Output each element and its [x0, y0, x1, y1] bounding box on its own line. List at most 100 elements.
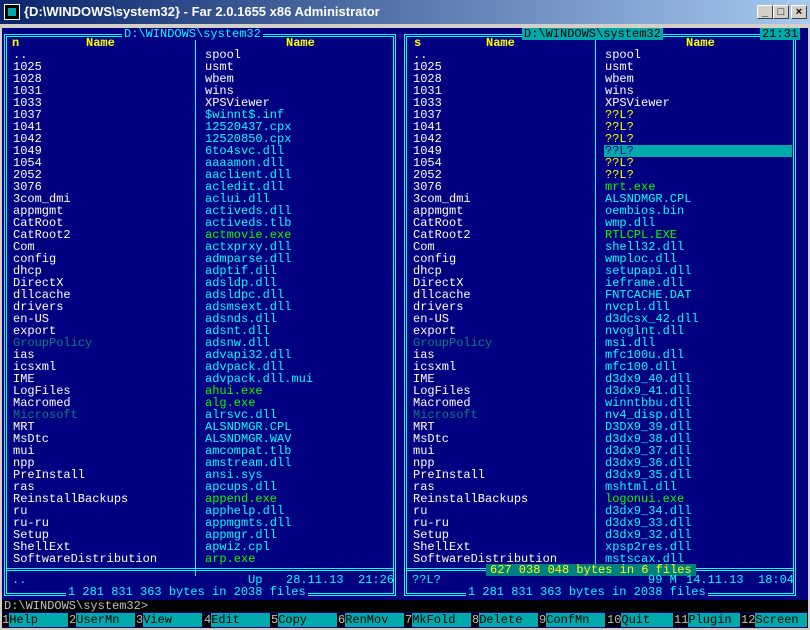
file-list-item[interactable]: 1033 [412, 97, 600, 109]
file-list-item[interactable]: acledit.dll [204, 181, 392, 193]
file-list-item[interactable]: Com [412, 241, 600, 253]
file-list-item[interactable]: Microsoft [12, 409, 200, 421]
file-list-item[interactable]: 3com_dmi [12, 193, 200, 205]
file-list-item[interactable]: adsnds.dll [204, 313, 392, 325]
file-list-item[interactable]: $winnt$.inf [204, 109, 392, 121]
file-list-item[interactable]: mshtml.dll [604, 481, 792, 493]
file-list-item[interactable]: d3dx9_35.dll [604, 469, 792, 481]
file-list-item[interactable]: adsnw.dll [204, 337, 392, 349]
fkey-4[interactable]: 4Edit [204, 613, 271, 627]
fkey-11[interactable]: 11Plugin [674, 613, 741, 627]
file-list-item[interactable]: MsDtc [12, 433, 200, 445]
file-list-item[interactable]: dhcp [412, 265, 600, 277]
file-list-item[interactable]: icsxml [12, 361, 200, 373]
file-list-item[interactable]: config [12, 253, 200, 265]
file-list-item[interactable]: 1025 [412, 61, 600, 73]
file-list-item[interactable]: MRT [12, 421, 200, 433]
file-list-item[interactable]: appmgmt [12, 205, 200, 217]
file-list-item[interactable]: ahui.exe [204, 385, 392, 397]
fkey-6[interactable]: 6RenMov [338, 613, 405, 627]
file-list-item[interactable]: Macromed [412, 397, 600, 409]
file-list-item[interactable]: GroupPolicy [412, 337, 600, 349]
file-list-item[interactable]: Com [12, 241, 200, 253]
right-panel[interactable]: D:\WINDOWS\system32 21:31 s Name Name ..… [402, 28, 802, 598]
file-list-item[interactable]: d3dx9_40.dll [604, 373, 792, 385]
file-list-item[interactable]: npp [12, 457, 200, 469]
file-list-item[interactable]: PreInstall [12, 469, 200, 481]
file-list-item[interactable]: wbem [204, 73, 392, 85]
fkey-9[interactable]: 9ConfMn [539, 613, 606, 627]
title-bar[interactable]: {D:\WINDOWS\system32} - Far 2.0.1655 x86… [0, 0, 810, 24]
file-list-item[interactable]: MsDtc [412, 433, 600, 445]
file-list-item[interactable]: d3dx9_37.dll [604, 445, 792, 457]
file-list-item[interactable]: ALSNDMGR.WAV [204, 433, 392, 445]
maximize-button[interactable]: □ [773, 5, 789, 19]
file-list-item[interactable]: nvoglnt.dll [604, 325, 792, 337]
file-list-item[interactable]: activeds.dll [204, 205, 392, 217]
file-list-item[interactable]: .. [412, 49, 600, 61]
file-list-item[interactable]: wins [604, 85, 792, 97]
file-list-item[interactable]: aaaamon.dll [204, 157, 392, 169]
file-list-item[interactable]: ALSNDMGR.CPL [204, 421, 392, 433]
file-list-item[interactable]: ShellExt [412, 541, 600, 553]
file-list-item[interactable]: ru [12, 505, 200, 517]
file-list-item[interactable]: 1028 [412, 73, 600, 85]
close-button[interactable]: × [791, 5, 807, 19]
file-list-item[interactable]: drivers [412, 301, 600, 313]
file-list-item[interactable]: ras [412, 481, 600, 493]
file-list-item[interactable]: amstream.dll [204, 457, 392, 469]
file-list-item[interactable]: Setup [412, 529, 600, 541]
file-list-item[interactable]: dllcache [12, 289, 200, 301]
file-list-item[interactable]: wbem [604, 73, 792, 85]
file-list-item[interactable]: CatRoot [12, 217, 200, 229]
file-list-item[interactable]: usmt [604, 61, 792, 73]
fkey-1[interactable]: 1Help [2, 613, 69, 627]
file-list-item[interactable]: MRT [412, 421, 600, 433]
file-list-item[interactable]: xpsp2res.dll [604, 541, 792, 553]
file-list-item[interactable]: 3076 [412, 181, 600, 193]
file-list-item[interactable]: append.exe [204, 493, 392, 505]
file-list-item[interactable]: amcompat.tlb [204, 445, 392, 457]
file-list-item[interactable]: 1037 [12, 109, 200, 121]
fkey-5[interactable]: 5Copy [271, 613, 338, 627]
file-list-item[interactable]: apphelp.dll [204, 505, 392, 517]
file-list-item[interactable]: CatRoot2 [412, 229, 600, 241]
file-list-item[interactable]: ru [412, 505, 600, 517]
file-list-item[interactable]: adsmsext.dll [204, 301, 392, 313]
file-list-item[interactable]: appmgmt [412, 205, 600, 217]
file-list-item[interactable]: adptif.dll [204, 265, 392, 277]
file-list-item[interactable]: LogFiles [412, 385, 600, 397]
file-list-item[interactable]: advpack.dll [204, 361, 392, 373]
file-list-item[interactable]: 1041 [412, 121, 600, 133]
file-list-item[interactable]: d3dx9_36.dll [604, 457, 792, 469]
file-list-item[interactable]: CatRoot2 [12, 229, 200, 241]
file-list-item[interactable]: 1054 [12, 157, 200, 169]
file-list-item[interactable]: adsldp.dll [204, 277, 392, 289]
file-list-item[interactable]: SoftwareDistribution [12, 553, 200, 565]
left-sort-indicator[interactable]: n [12, 37, 19, 49]
file-list-item[interactable]: Microsoft [412, 409, 600, 421]
left-col2-header[interactable]: Name [286, 37, 315, 49]
file-list-item[interactable]: ??L? [604, 133, 792, 145]
file-list-item[interactable]: 1042 [12, 133, 200, 145]
file-list-item[interactable]: 1042 [412, 133, 600, 145]
file-list-item[interactable]: GroupPolicy [12, 337, 200, 349]
file-list-item[interactable]: PreInstall [412, 469, 600, 481]
right-col2-header[interactable]: Name [686, 37, 715, 49]
file-list-item[interactable]: actmovie.exe [204, 229, 392, 241]
file-list-item[interactable]: Setup [12, 529, 200, 541]
file-list-item[interactable]: adsldpc.dll [204, 289, 392, 301]
left-panel[interactable]: D:\WINDOWS\system32 n Name Name .. 1025 10… [2, 28, 402, 598]
fkey-12[interactable]: 12Screen [741, 613, 808, 627]
file-list-item[interactable]: en-US [12, 313, 200, 325]
file-list-item[interactable]: d3dx9_41.dll [604, 385, 792, 397]
file-list-item[interactable]: apcups.dll [204, 481, 392, 493]
file-list-item[interactable]: spool [604, 49, 792, 61]
file-list-item[interactable]: appmgmts.dll [204, 517, 392, 529]
file-list-item[interactable]: 1041 [12, 121, 200, 133]
fkey-2[interactable]: 2UserMn [69, 613, 136, 627]
right-panel-path[interactable]: D:\WINDOWS\system32 [522, 28, 663, 40]
fkey-10[interactable]: 10Quit [607, 613, 674, 627]
file-list-item[interactable]: en-US [412, 313, 600, 325]
file-list-item[interactable]: DirectX [12, 277, 200, 289]
